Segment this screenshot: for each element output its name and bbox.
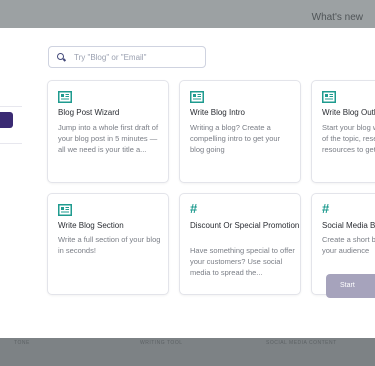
card-title: Write Blog Outline — [322, 108, 375, 117]
search-input[interactable] — [74, 52, 202, 62]
left-sidebar — [0, 28, 23, 338]
background-label: WRITING TOOL — [140, 340, 183, 346]
background-label: SOCIAL MEDIA CONTENT — [266, 340, 337, 346]
card-description: Jump into a whole first draft of your bl… — [58, 123, 159, 154]
template-card-write-blog-outline[interactable]: Write Blog Outline Start your blog with … — [311, 80, 375, 183]
card-title: Blog Post Wizard — [58, 108, 120, 117]
whats-new-link[interactable]: What's new — [312, 12, 363, 23]
newspaper-icon — [58, 203, 72, 216]
hashtag-icon: # — [322, 201, 330, 216]
template-search[interactable] — [48, 46, 206, 68]
sidebar-divider — [0, 143, 22, 144]
app-topbar: What's new — [0, 0, 375, 28]
card-title: Social Media Bio — [322, 221, 375, 230]
background-label: TONE — [14, 340, 30, 346]
template-card-blog-post-wizard[interactable]: Blog Post Wizard Jump into a whole first… — [47, 80, 169, 183]
template-picker-modal: Blog Post Wizard Jump into a whole first… — [22, 28, 375, 338]
sidebar-divider — [0, 106, 22, 107]
card-description: Writing a blog? Create a compelling intr… — [190, 123, 281, 154]
template-card-discount-promotion[interactable]: # Discount Or Special Promotion Have som… — [179, 193, 301, 295]
card-description: Have something special to offer your cus… — [190, 246, 295, 277]
newspaper-icon — [322, 90, 336, 103]
newspaper-icon — [190, 90, 204, 103]
card-description: Write a full section of your blog in sec… — [58, 235, 161, 255]
start-button[interactable]: Start — [326, 274, 375, 298]
card-description: Start your blog with an outline of the t… — [322, 123, 375, 154]
card-title: Write Blog Intro — [190, 108, 245, 117]
card-description: Create a short bio that engages your aud… — [322, 235, 375, 255]
card-title: Discount Or Special Promotion — [190, 221, 300, 230]
sidebar-active-indicator[interactable] — [0, 112, 13, 128]
newspaper-icon — [58, 90, 72, 103]
card-title: Write Blog Section — [58, 221, 124, 230]
template-card-write-blog-intro[interactable]: Write Blog Intro Writing a blog? Create … — [179, 80, 301, 183]
template-card-write-blog-section[interactable]: Write Blog Section Write a full section … — [47, 193, 169, 295]
hashtag-icon: # — [190, 201, 198, 216]
search-icon — [57, 52, 66, 62]
